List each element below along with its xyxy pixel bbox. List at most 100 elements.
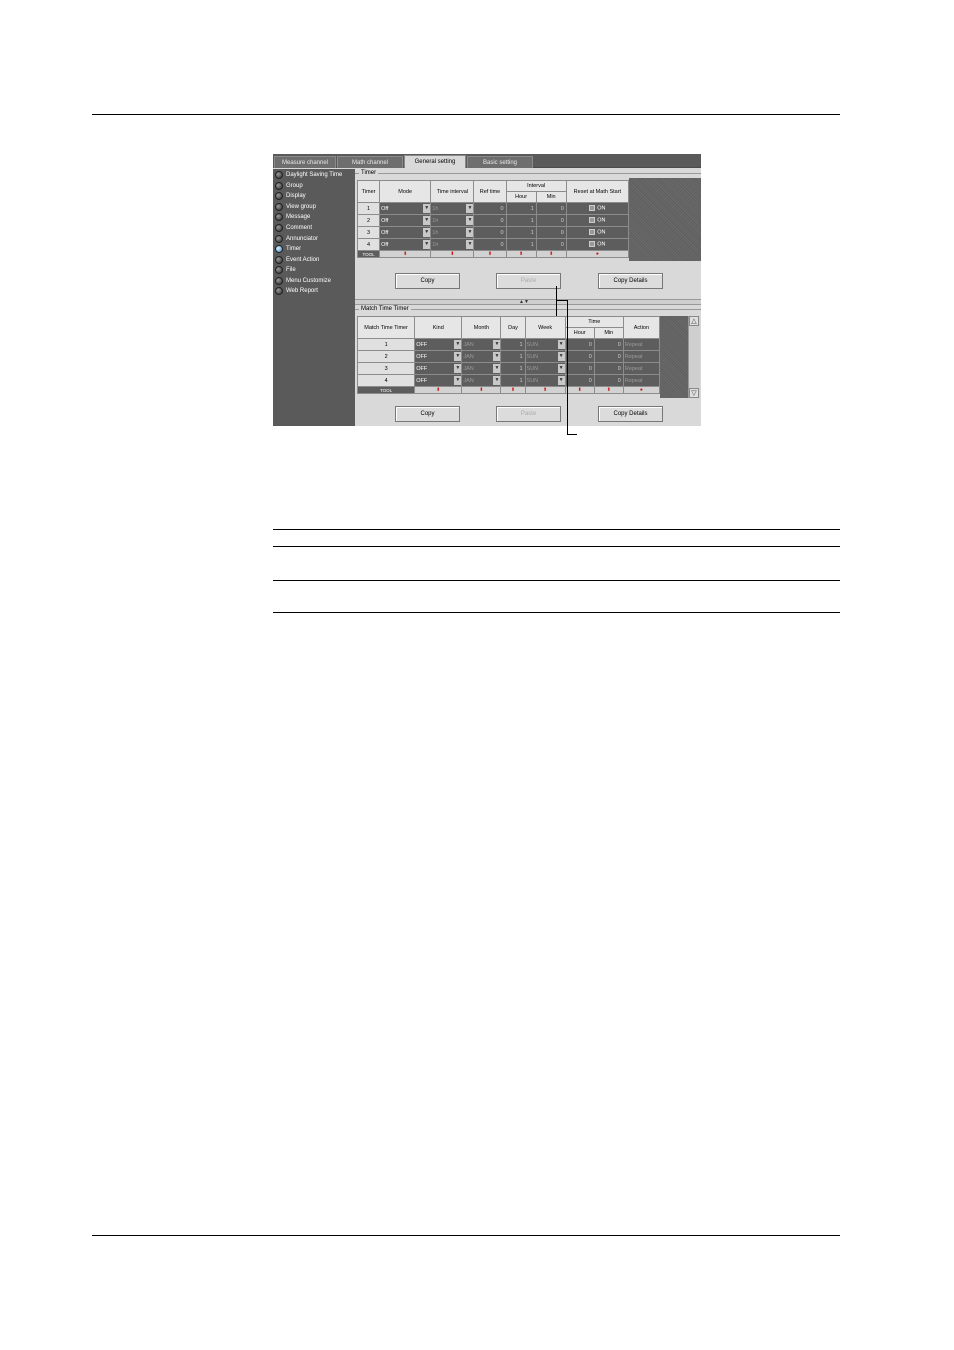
chevron-down-icon[interactable]: ▼ <box>557 376 565 385</box>
chevron-down-icon[interactable]: ▼ <box>557 364 565 373</box>
kind-select[interactable]: OFF ▼ <box>414 338 463 351</box>
chevron-down-icon[interactable]: ▼ <box>493 340 500 349</box>
tool-cell[interactable]: ⬍ <box>535 250 567 258</box>
tool-cell[interactable]: ⬍ <box>505 250 537 258</box>
chevron-down-icon[interactable]: ▼ <box>454 376 461 385</box>
chevron-down-icon[interactable]: ▼ <box>466 204 473 213</box>
scroll-up-icon[interactable]: △ <box>689 316 699 326</box>
tool-cell[interactable]: ⬍ <box>414 386 463 394</box>
sidebar-item-comment[interactable]: Comment <box>275 223 355 233</box>
chevron-down-icon[interactable]: ▼ <box>466 228 473 237</box>
chevron-down-icon[interactable]: ▼ <box>423 216 430 225</box>
sidebar-item-group[interactable]: Group <box>275 181 355 191</box>
tab-math-channel[interactable]: Math channel <box>337 156 403 168</box>
interval-hour-field[interactable]: 1 <box>505 238 537 251</box>
day-field[interactable]: 1 <box>500 362 526 375</box>
month-select[interactable]: JAN ▼ <box>461 362 502 375</box>
reset-toggle[interactable]: ON <box>565 202 630 215</box>
tool-cell[interactable]: ⬍ <box>379 250 432 258</box>
sidebar-item-event-action[interactable]: Event Action <box>275 255 355 265</box>
month-select[interactable]: JAN ▼ <box>461 350 502 363</box>
time-hour-field[interactable]: 0 <box>564 362 595 375</box>
tool-cell[interactable]: ⬍ <box>524 386 566 394</box>
ref-time-field[interactable]: 0 <box>473 214 507 227</box>
sidebar-item-timer[interactable]: Timer <box>275 244 355 254</box>
tool-cell[interactable]: ● <box>565 250 630 258</box>
chevron-down-icon[interactable]: ▼ <box>423 204 430 213</box>
resize-arrows-icon[interactable]: ▲▼ <box>519 299 529 305</box>
chevron-down-icon[interactable]: ▼ <box>493 352 500 361</box>
pane-splitter[interactable]: ▲▼ <box>355 299 701 305</box>
chevron-down-icon[interactable]: ▼ <box>454 364 461 373</box>
scroll-down-icon[interactable]: ▽ <box>689 388 699 398</box>
kind-select[interactable]: OFF ▼ <box>414 362 463 375</box>
time-min-field[interactable]: 0 <box>593 362 624 375</box>
time-min-field[interactable]: 0 <box>593 350 624 363</box>
sidebar-item-view-group[interactable]: View group <box>275 202 355 212</box>
mode-select[interactable]: Off ▼ <box>379 238 432 251</box>
reset-toggle[interactable]: ON <box>565 214 630 227</box>
match-copy-details-button[interactable]: Copy Details <box>598 406 663 422</box>
tool-cell[interactable]: ● <box>622 386 661 394</box>
week-select[interactable]: SUN ▼ <box>524 374 566 387</box>
action-select[interactable]: Repeat <box>622 374 661 387</box>
tool-cell[interactable]: ⬍ <box>500 386 526 394</box>
interval-hour-field[interactable]: 1 <box>505 226 537 239</box>
tab-basic-setting[interactable]: Basic setting <box>467 156 533 168</box>
time-interval-select[interactable]: 1h ▼ <box>430 238 475 251</box>
sidebar-item-file[interactable]: File <box>275 265 355 275</box>
interval-min-field[interactable]: 0 <box>535 202 567 215</box>
time-interval-select[interactable]: 1h ▼ <box>430 226 475 239</box>
timer-paste-button[interactable]: Paste <box>496 273 561 289</box>
tool-marker-icon[interactable]: ⬍ <box>511 388 515 393</box>
timer-copy-button[interactable]: Copy <box>395 273 460 289</box>
tool-cell[interactable]: ⬍ <box>473 250 507 258</box>
action-select[interactable]: Repeat <box>622 362 661 375</box>
tool-marker-icon[interactable]: ⬍ <box>543 388 547 393</box>
reset-icon[interactable]: ● <box>596 252 599 257</box>
chevron-down-icon[interactable]: ▼ <box>493 364 500 373</box>
sidebar-item-menu-customize[interactable]: Menu Customize <box>275 276 355 286</box>
ref-time-field[interactable]: 0 <box>473 202 507 215</box>
tool-cell[interactable]: ⬍ <box>430 250 475 258</box>
chevron-down-icon[interactable]: ▼ <box>557 352 565 361</box>
interval-min-field[interactable]: 0 <box>535 238 567 251</box>
tab-measure-channel[interactable]: Measure channel <box>274 156 336 168</box>
week-select[interactable]: SUN ▼ <box>524 338 566 351</box>
interval-hour-field[interactable]: 1 <box>505 214 537 227</box>
tool-marker-icon[interactable]: ⬍ <box>607 388 611 393</box>
month-select[interactable]: JAN ▼ <box>461 338 502 351</box>
week-select[interactable]: SUN ▼ <box>524 350 566 363</box>
tool-marker-icon[interactable]: ⬍ <box>436 388 440 393</box>
sidebar-item-annunciator[interactable]: Annunciator <box>275 234 355 244</box>
vertical-scrollbar[interactable]: △ ▽ <box>688 316 700 398</box>
time-min-field[interactable]: 0 <box>593 374 624 387</box>
day-field[interactable]: 1 <box>500 374 526 387</box>
action-select[interactable]: Repeat <box>622 338 661 351</box>
chevron-down-icon[interactable]: ▼ <box>454 340 461 349</box>
reset-toggle[interactable]: ON <box>565 226 630 239</box>
chevron-down-icon[interactable]: ▼ <box>557 340 565 349</box>
tool-cell[interactable]: ⬍ <box>461 386 502 394</box>
chevron-down-icon[interactable]: ▼ <box>454 352 461 361</box>
time-interval-select[interactable]: 1h ▼ <box>430 202 475 215</box>
mode-select[interactable]: Off ▼ <box>379 226 432 239</box>
time-min-field[interactable]: 0 <box>593 338 624 351</box>
time-hour-field[interactable]: 0 <box>564 338 595 351</box>
mode-select[interactable]: Off ▼ <box>379 214 432 227</box>
kind-select[interactable]: OFF ▼ <box>414 374 463 387</box>
reset-toggle[interactable]: ON <box>565 238 630 251</box>
sidebar-item-web-report[interactable]: Web Report <box>275 286 355 296</box>
interval-min-field[interactable]: 0 <box>535 214 567 227</box>
tool-cell[interactable]: ⬍ <box>564 386 595 394</box>
sidebar-item-display[interactable]: Display <box>275 191 355 201</box>
mode-select[interactable]: Off ▼ <box>379 202 432 215</box>
chevron-down-icon[interactable]: ▼ <box>493 376 500 385</box>
tool-marker-icon[interactable]: ⬍ <box>488 252 492 257</box>
match-copy-button[interactable]: Copy <box>395 406 460 422</box>
tool-marker-icon[interactable]: ⬍ <box>578 388 582 393</box>
tab-general-setting[interactable]: General setting <box>404 155 466 168</box>
chevron-down-icon[interactable]: ▼ <box>423 240 430 249</box>
time-hour-field[interactable]: 0 <box>564 350 595 363</box>
timer-copy-details-button[interactable]: Copy Details <box>598 273 663 289</box>
